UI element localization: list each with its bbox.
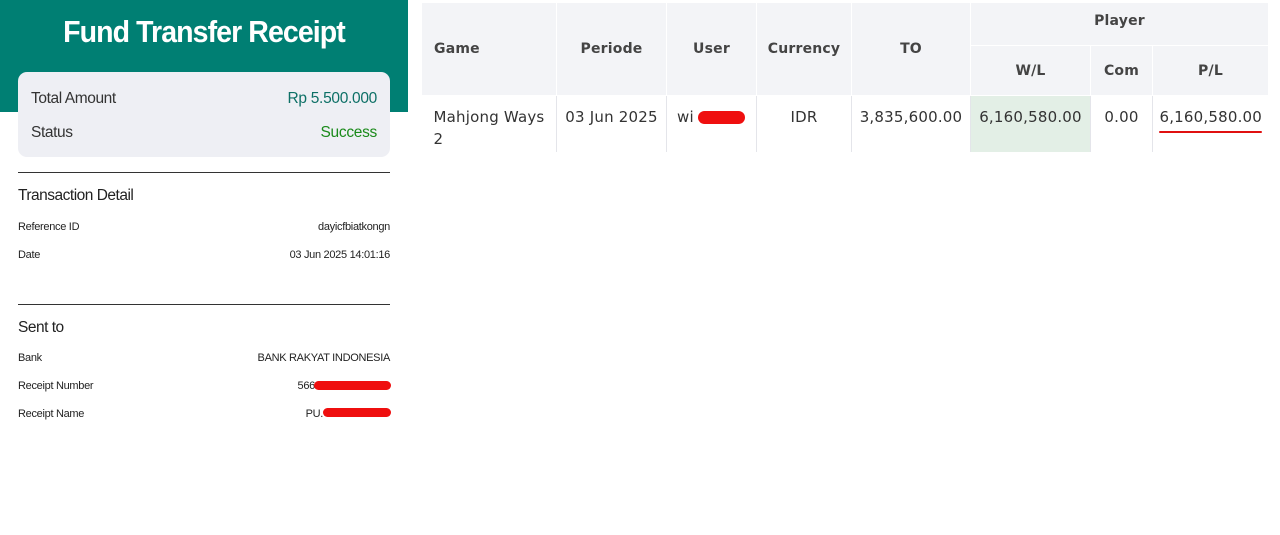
total-amount-row: Total Amount Rp 5.500.000 bbox=[31, 87, 377, 111]
reference-id-label: Reference ID bbox=[18, 221, 80, 233]
bank-value: BANK RAKYAT INDONESIA bbox=[257, 352, 391, 364]
receipt-number-label: Receipt Number bbox=[18, 380, 94, 392]
cell-periode: 03 Jun 2025 bbox=[556, 95, 667, 152]
status-badge: Success bbox=[320, 124, 378, 141]
column-header-to[interactable]: TO bbox=[851, 2, 971, 96]
receipt-name-value: PU. bbox=[305, 408, 324, 420]
sent-to-title: Sent to bbox=[18, 319, 64, 336]
receipt-name-label: Receipt Name bbox=[18, 408, 85, 420]
fund-transfer-receipt: Fund Transfer Receipt Total Amount Rp 5.… bbox=[0, 0, 408, 535]
cell-to: 3,835,600.00 bbox=[851, 95, 971, 152]
summary-card: Total Amount Rp 5.500.000 Status Success bbox=[18, 72, 390, 157]
table-row: Mahjong Ways 2 03 Jun 2025 wi IDR 3,835,… bbox=[421, 95, 1269, 153]
column-header-game[interactable]: Game bbox=[421, 2, 557, 96]
date-row: Date 03 Jun 2025 14:01:16 bbox=[18, 247, 390, 263]
total-amount-label: Total Amount bbox=[31, 90, 116, 107]
pl-underline-mark bbox=[1159, 131, 1263, 133]
status-label: Status bbox=[31, 124, 73, 141]
bank-row: Bank BANK RAKYAT INDONESIA bbox=[18, 350, 390, 366]
divider bbox=[18, 304, 390, 305]
bet-history-table-wrapper: Game Periode User Currency TO Player W/L… bbox=[421, 2, 1270, 153]
receipt-number-value: 566 bbox=[297, 380, 316, 392]
cell-com: 0.00 bbox=[1090, 95, 1153, 152]
divider bbox=[18, 172, 390, 173]
column-header-periode[interactable]: Periode bbox=[556, 2, 667, 96]
pl-value: 6,160,580.00 bbox=[1159, 106, 1263, 133]
cell-currency: IDR bbox=[756, 95, 852, 152]
cell-wl: 6,160,580.00 bbox=[970, 95, 1091, 152]
column-header-com[interactable]: Com bbox=[1090, 45, 1153, 96]
cell-pl: 6,160,580.00 bbox=[1153, 96, 1269, 153]
cell-game: Mahjong Ways 2 bbox=[421, 95, 557, 152]
receipt-title: Fund Transfer Receipt bbox=[63, 14, 346, 49]
date-value: 03 Jun 2025 14:01:16 bbox=[289, 249, 391, 261]
bet-history-table: Game Periode User Currency TO Player W/L… bbox=[421, 2, 1270, 153]
transaction-detail-title: Transaction Detail bbox=[18, 187, 134, 204]
column-header-currency[interactable]: Currency bbox=[756, 2, 852, 96]
cell-user: wi bbox=[666, 95, 757, 152]
status-row: Status Success bbox=[31, 121, 377, 145]
user-visible-text: wi bbox=[677, 108, 694, 126]
redaction-mark bbox=[314, 381, 391, 390]
reference-id-value: dayicfbiatkongn bbox=[318, 221, 390, 233]
column-header-pl[interactable]: P/L bbox=[1151, 45, 1270, 96]
bank-label: Bank bbox=[18, 352, 42, 364]
total-amount-value: Rp 5.500.000 bbox=[287, 90, 378, 107]
redaction-mark bbox=[698, 111, 745, 124]
redaction-mark bbox=[323, 408, 391, 417]
column-header-user[interactable]: User bbox=[666, 2, 757, 96]
pl-value-text: 6,160,580.00 bbox=[1159, 108, 1263, 126]
reference-id-row: Reference ID dayicfbiatkongn bbox=[18, 219, 390, 235]
date-label: Date bbox=[18, 249, 41, 261]
column-header-wl[interactable]: W/L bbox=[970, 45, 1091, 96]
column-group-player: Player bbox=[969, 2, 1270, 46]
